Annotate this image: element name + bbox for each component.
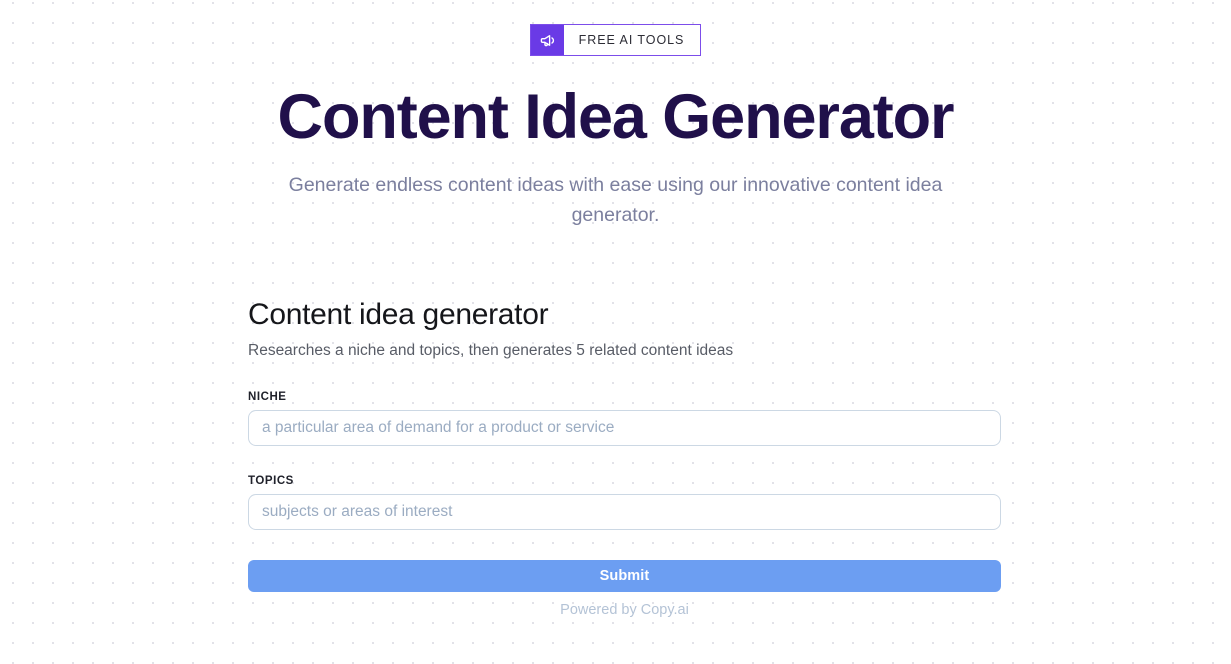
free-ai-tools-badge-container: FREE AI TOOLS (0, 24, 1231, 56)
form-title: Content idea generator (248, 298, 549, 331)
free-ai-tools-badge-label: FREE AI TOOLS (578, 33, 685, 47)
hero-section: Content Idea Generator Generate endless … (0, 78, 1231, 230)
megaphone-icon (530, 25, 564, 55)
form-description: Researches a niche and topics, then gene… (248, 342, 734, 359)
powered-by-label: Powered by Copy.ai (560, 602, 689, 618)
free-ai-tools-badge[interactable]: FREE AI TOOLS (529, 24, 702, 56)
topics-input[interactable] (248, 494, 1001, 530)
page-title: Content Idea Generator (277, 82, 955, 152)
topics-field-label: TOPICS (248, 475, 294, 487)
submit-button[interactable]: Submit (248, 560, 1001, 592)
page-subtitle: Generate endless content ideas with ease… (288, 174, 943, 226)
topics-field-group: TOPICS (248, 475, 1001, 530)
niche-field-label: NICHE (248, 391, 287, 403)
page-root: FREE AI TOOLS Content Idea Generator Gen… (0, 0, 1231, 664)
niche-input[interactable] (248, 410, 1001, 446)
niche-field-group: NICHE (248, 391, 1001, 446)
generator-form-card: Content idea generator Researches a nich… (248, 295, 1001, 618)
